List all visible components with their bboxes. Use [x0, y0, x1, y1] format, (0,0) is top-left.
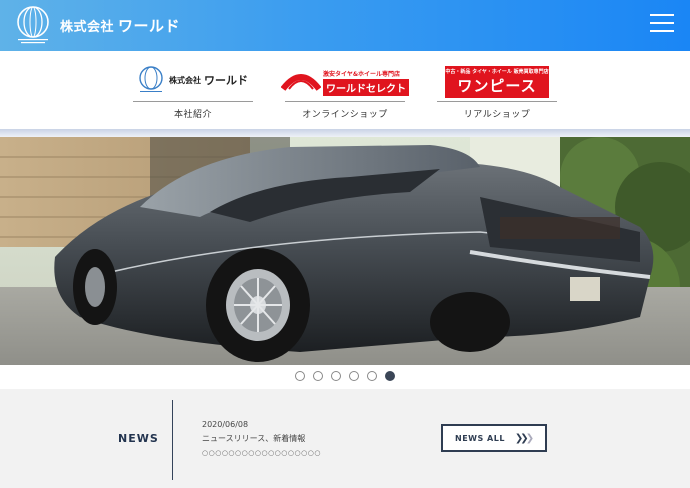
globe-logo-icon	[17, 6, 49, 44]
logo-tagline: 激安タイヤ&ホイール専門店	[323, 70, 401, 78]
news-divider	[172, 400, 173, 480]
shop-links: 株式会社 ワールド 本社紹介 激安タイヤ&ホイール専門店 ワールドセレクト オン…	[0, 51, 690, 129]
logo-name: ワンピース	[457, 77, 537, 95]
logo-name: ワールド	[204, 74, 248, 87]
news-section: NEWS 2020/06/08 ニュースリリース、新着情報 ○○○○○○○○○○…	[0, 389, 690, 488]
company-name: 株式会社 ワールド	[60, 15, 180, 36]
hamburger-menu-button[interactable]	[650, 14, 674, 34]
news-all-button[interactable]: NEWS ALL ❯❯❯	[441, 424, 547, 452]
news-category: ニュースリリース、新着情報	[202, 434, 306, 443]
tile-underline	[133, 101, 253, 102]
double-chevron-right-icon: ❯❯❯	[514, 432, 534, 444]
tile-online-shop[interactable]: 激安タイヤ&ホイール専門店 ワールドセレクト オンラインショップ	[270, 51, 420, 129]
car-photo	[0, 137, 690, 365]
hamburger-icon-bar	[650, 30, 674, 32]
news-all-label: NEWS ALL	[455, 433, 505, 443]
logo-tagline: 中古・新品 タイヤ・ホイール 販売買取専門店	[445, 69, 549, 75]
tile-label: 本社紹介	[173, 110, 212, 120]
tile-label: オンラインショップ	[302, 110, 388, 120]
site-header: 株式会社 ワールド	[0, 0, 690, 51]
one-piece-logo: 中古・新品 タイヤ・ホイール 販売買取専門店 ワンピース	[445, 63, 549, 101]
tile-head-office[interactable]: 株式会社 ワールド 本社紹介	[118, 51, 268, 129]
slider-pagination	[0, 371, 690, 383]
world-logo: 株式会社 ワールド	[138, 61, 248, 99]
slider-dot-3[interactable]	[331, 371, 341, 381]
company-prefix: 株式会社	[60, 19, 115, 35]
wheel-logo-icon	[281, 74, 321, 91]
site-logo[interactable]: 株式会社 ワールド	[14, 5, 180, 45]
slider-dot-5[interactable]	[367, 371, 377, 381]
globe-logo-icon	[139, 66, 163, 92]
company-name-main: ワールド	[118, 16, 181, 35]
tile-real-shop[interactable]: 中古・新品 タイヤ・ホイール 販売買取専門店 ワンピース リアルショップ	[422, 51, 572, 129]
tile-underline	[285, 101, 405, 102]
hamburger-icon-bar	[650, 14, 674, 16]
section-divider	[0, 129, 690, 137]
news-item-link[interactable]: ○○○○○○○○○○○○○○○○○○	[202, 449, 321, 457]
logo-prefix: 株式会社	[169, 75, 201, 85]
logo-name: ワールドセレクト	[323, 78, 409, 96]
hero-slide-image[interactable]	[0, 137, 690, 365]
slider-dot-2[interactable]	[313, 371, 323, 381]
news-heading: NEWS	[118, 432, 159, 445]
slider-dot-6-active[interactable]	[385, 371, 395, 381]
world-select-logo: 激安タイヤ&ホイール専門店 ワールドセレクト	[281, 63, 409, 101]
slider-dot-1[interactable]	[295, 371, 305, 381]
tile-underline	[437, 101, 557, 102]
slider-dot-4[interactable]	[349, 371, 359, 381]
news-date: 2020/06/08	[202, 420, 249, 429]
hamburger-icon-bar	[650, 22, 674, 24]
tile-label: リアルショップ	[463, 110, 531, 120]
